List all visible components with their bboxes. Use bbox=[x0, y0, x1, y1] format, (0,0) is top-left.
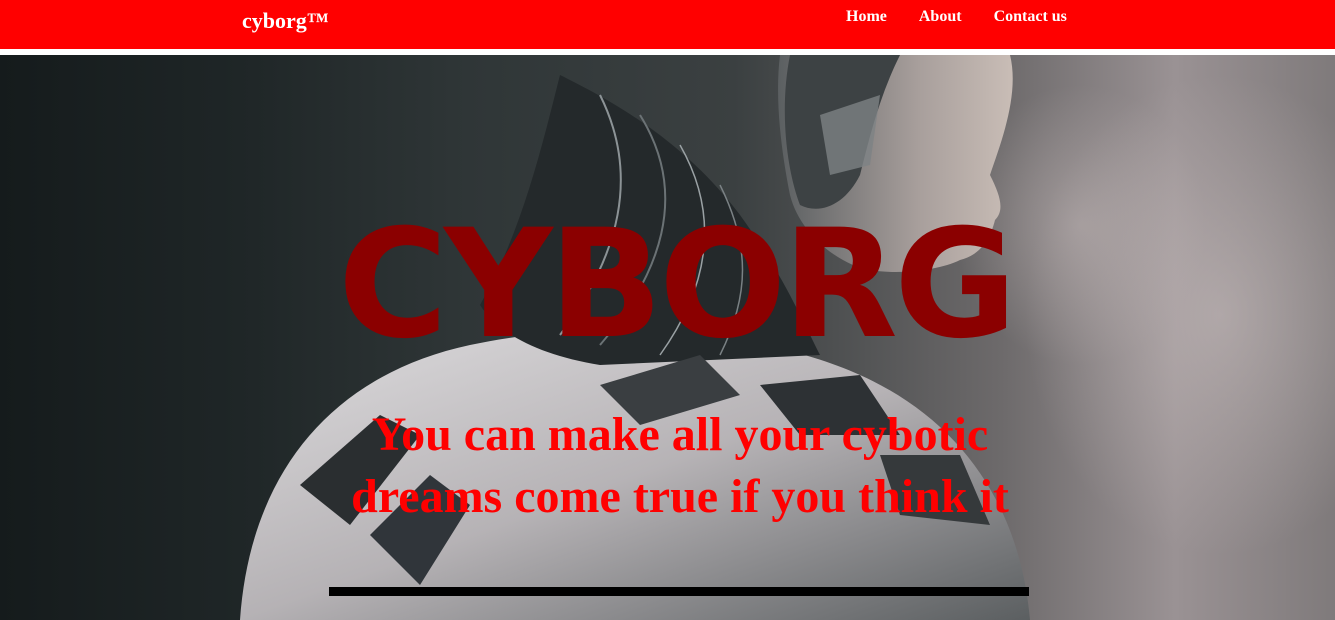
nav-link-about[interactable]: About bbox=[919, 7, 962, 27]
hero-divider bbox=[329, 587, 1029, 596]
hero-title: CYBORG bbox=[337, 198, 1017, 372]
nav-link-contact[interactable]: Contact us bbox=[994, 7, 1067, 27]
hero-tagline: You can make all your cybotic dreams com… bbox=[351, 408, 1009, 523]
nav-link-home[interactable]: Home bbox=[846, 7, 887, 27]
hero-section: CYBORG You can make all your cybotic dre… bbox=[0, 55, 1335, 620]
navbar: cyborg™ Home About Contact us bbox=[0, 0, 1335, 49]
nav-links: Home About Contact us bbox=[846, 7, 1067, 27]
brand-logo[interactable]: cyborg™ bbox=[242, 8, 329, 34]
